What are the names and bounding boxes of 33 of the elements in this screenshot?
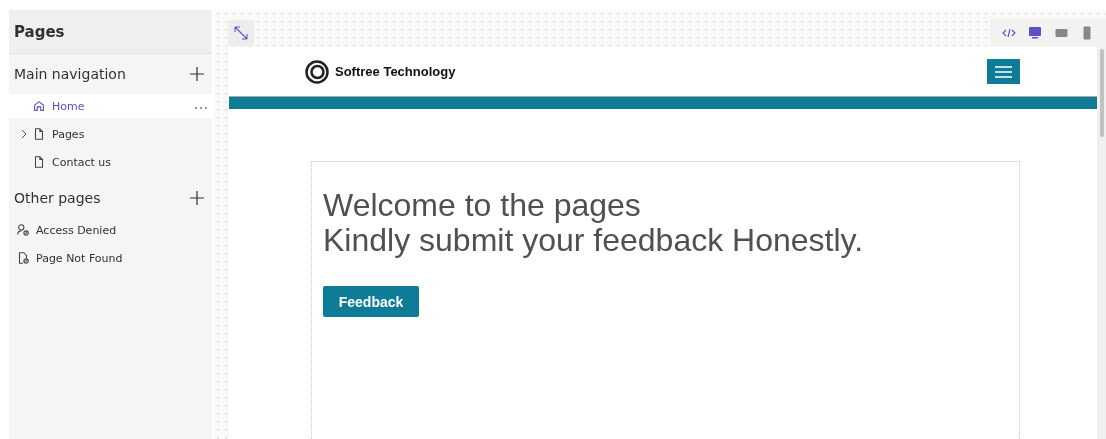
- home-icon: [32, 99, 46, 113]
- page-blocked-icon: [16, 251, 30, 265]
- more-icon: [194, 106, 208, 110]
- add-button[interactable]: [188, 65, 206, 83]
- phone-icon: [1083, 26, 1091, 40]
- heading-line: Kindly submit your feedback Honestly.: [323, 223, 865, 258]
- monitor-icon: [1028, 26, 1042, 40]
- code-icon: [1002, 27, 1016, 39]
- nav-item[interactable]: Home: [9, 94, 212, 118]
- nav-item[interactable]: Page Not Found: [9, 246, 212, 270]
- expand-button[interactable]: [228, 20, 254, 46]
- section-title: Main navigation: [14, 66, 126, 82]
- heading-line: Welcome to the pages: [323, 188, 642, 223]
- device-button[interactable]: [1026, 24, 1044, 42]
- plus-icon: [190, 191, 204, 205]
- page-icon: [32, 155, 46, 169]
- feedback-button[interactable]: Feedback: [323, 286, 419, 317]
- nav-item[interactable]: Access Denied: [9, 218, 212, 242]
- add-button[interactable]: [188, 189, 206, 207]
- person-blocked-icon: [16, 223, 30, 237]
- plus-icon: [190, 67, 204, 81]
- sidebar-title: Pages: [9, 10, 212, 54]
- brand-name: Softree Technology: [335, 64, 456, 79]
- nav-item[interactable]: Pages: [9, 122, 212, 146]
- section-title: Other pages: [14, 190, 101, 206]
- menu-button[interactable]: [987, 59, 1020, 84]
- menu-icon: [995, 65, 1012, 78]
- expand-icon: [234, 26, 248, 40]
- page-icon: [32, 127, 46, 141]
- logo-icon: [305, 59, 329, 84]
- nav-item[interactable]: Contact us: [9, 150, 212, 174]
- tablet-icon: [1054, 28, 1068, 38]
- scrollbar[interactable]: [1097, 47, 1106, 439]
